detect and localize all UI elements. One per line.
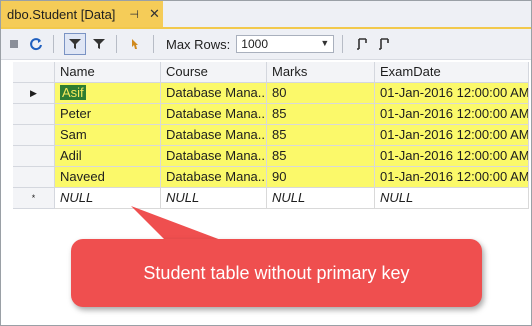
cell-marks[interactable]: NULL [267,188,375,209]
script-data-icon[interactable] [375,35,393,53]
cell-name[interactable]: Sam [55,125,161,146]
new-row[interactable]: * NULL NULL NULL NULL [13,188,529,209]
cell-marks[interactable]: 90 [267,167,375,188]
cell-course[interactable]: Database Mana... [161,167,267,188]
toolbar: Max Rows: 1000 ▼ [1,29,531,60]
cell-examdate[interactable]: 01-Jan-2016 12:00:00 AM [375,83,529,104]
max-rows-value: 1000 [241,37,268,51]
cell-examdate[interactable]: NULL [375,188,529,209]
corner-cell[interactable] [13,62,55,83]
script-icon[interactable] [353,35,371,53]
annotation-callout: Student table without primary key [71,239,482,307]
tab-student-data[interactable]: dbo.Student [Data] ⊣ ✕ [1,1,163,27]
new-row-marker[interactable]: * [13,188,55,209]
cell-name[interactable]: Naveed [55,167,161,188]
max-rows-label: Max Rows: [166,36,231,52]
cell-examdate[interactable]: 01-Jan-2016 12:00:00 AM [375,167,529,188]
table-row[interactable]: Peter Database Mana... 85 01-Jan-2016 12… [13,104,529,125]
row-selector[interactable]: ▶ [13,83,55,104]
results-grid: Name Course Marks ExamDate ▶ Asif Databa… [13,62,529,209]
cell-examdate[interactable]: 01-Jan-2016 12:00:00 AM [375,146,529,167]
close-icon[interactable]: ✕ [149,6,160,22]
tab-title: dbo.Student [Data] [7,6,116,22]
filter-pane-icon[interactable] [64,33,86,55]
cell-name[interactable]: Asif [55,83,161,104]
cell-marks[interactable]: 85 [267,104,375,125]
callout-text: Student table without primary key [143,262,410,283]
cell-examdate[interactable]: 01-Jan-2016 12:00:00 AM [375,125,529,146]
cell-course[interactable]: Database Mana... [161,104,267,125]
header-row: Name Course Marks ExamDate [13,62,529,83]
chevron-down-icon: ▼ [320,38,330,48]
toolbar-separator [53,35,54,53]
row-selector[interactable] [13,125,55,146]
results-window: dbo.Student [Data] ⊣ ✕ Max Rows: 1000 ▼ [0,0,532,326]
column-header-examdate[interactable]: ExamDate [375,62,529,83]
row-selector[interactable] [13,146,55,167]
cell-course[interactable]: Database Mana... [161,146,267,167]
cell-course[interactable]: Database Mana... [161,125,267,146]
row-selector[interactable] [13,104,55,125]
stop-icon[interactable] [5,35,23,53]
cell-examdate[interactable]: 01-Jan-2016 12:00:00 AM [375,104,529,125]
cell-marks[interactable]: 85 [267,125,375,146]
table-row[interactable]: Naveed Database Mana... 90 01-Jan-2016 1… [13,167,529,188]
table-row[interactable]: Adil Database Mana... 85 01-Jan-2016 12:… [13,146,529,167]
sql-pane-icon[interactable] [127,35,145,53]
column-header-course[interactable]: Course [161,62,267,83]
cell-marks[interactable]: 80 [267,83,375,104]
row-selector[interactable] [13,167,55,188]
toolbar-separator [153,35,154,53]
table-row[interactable]: Sam Database Mana... 85 01-Jan-2016 12:0… [13,125,529,146]
cell-name[interactable]: Adil [55,146,161,167]
tab-strip: dbo.Student [Data] ⊣ ✕ [1,1,531,29]
selected-cell-text: Asif [60,85,86,100]
max-rows-dropdown[interactable]: 1000 ▼ [236,35,335,53]
filter-icon[interactable] [90,35,108,53]
refresh-icon[interactable] [27,35,45,53]
column-header-name[interactable]: Name [55,62,161,83]
pin-icon[interactable]: ⊣ [129,8,139,21]
column-header-marks[interactable]: Marks [267,62,375,83]
cell-marks[interactable]: 85 [267,146,375,167]
table-row[interactable]: ▶ Asif Database Mana... 80 01-Jan-2016 1… [13,83,529,104]
cell-course[interactable]: Database Mana... [161,83,267,104]
toolbar-separator [116,35,117,53]
toolbar-separator [342,35,344,53]
cell-name[interactable]: Peter [55,104,161,125]
